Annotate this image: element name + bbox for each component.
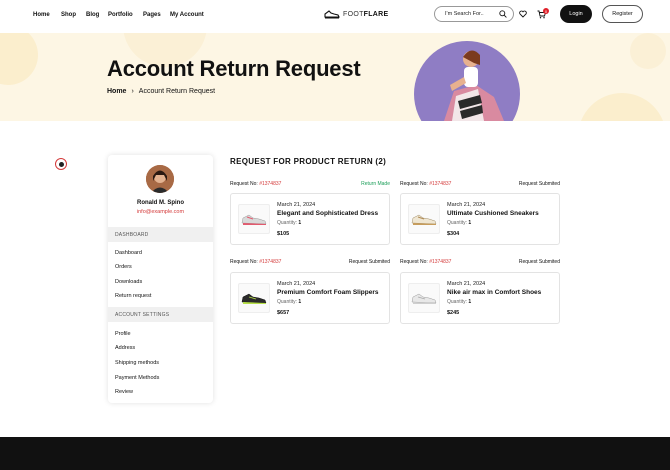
site-footer xyxy=(0,437,670,470)
page-title: Account Return Request xyxy=(107,56,361,81)
sidebar-item-address[interactable]: Address xyxy=(115,345,135,351)
request-number[interactable]: #1374837 xyxy=(259,181,281,187)
product-price: $304 xyxy=(447,231,460,237)
site-logo[interactable]: FOOTFLARE xyxy=(324,10,389,19)
request-number[interactable]: #1374837 xyxy=(429,181,451,187)
shoe-logo-icon xyxy=(324,10,340,19)
nav-portfolio[interactable]: Portfolio xyxy=(108,12,133,18)
status-badge: Request Submited xyxy=(348,259,390,265)
sidebar-item-payment-methods[interactable]: Payment Methods xyxy=(115,375,159,381)
logo-text: FOOTFLARE xyxy=(343,11,389,18)
nav-my-account[interactable]: My Account xyxy=(170,12,204,18)
return-request-card[interactable]: March 21, 2024 Elegant and Sophisticated… xyxy=(230,193,390,245)
product-price: $245 xyxy=(447,310,460,316)
hero-model-image xyxy=(414,41,520,121)
login-button[interactable]: Login xyxy=(560,5,592,23)
nav-pages[interactable]: Pages xyxy=(143,12,161,18)
search-icon[interactable] xyxy=(499,10,507,18)
request-header: Request No: #1374837 Request Submited xyxy=(400,259,560,265)
account-sidebar: Ronald M. Spino info@example.com DASHBOA… xyxy=(108,155,213,403)
sidebar-item-return-request[interactable]: Return request xyxy=(115,293,151,299)
product-name[interactable]: Nike air max in Comfort Shoes xyxy=(447,289,541,296)
product-thumbnail xyxy=(238,204,270,234)
breadcrumb: Home › Account Return Request xyxy=(107,88,215,95)
request-header: Request No: #1374837 Request Submited xyxy=(400,181,560,187)
request-header: Request No: #1374837 Request Submited xyxy=(230,259,390,265)
request-header: Request No: #1374837 Return Made xyxy=(230,181,390,187)
return-request-card[interactable]: March 21, 2024 Ultimate Cushioned Sneake… xyxy=(400,193,560,245)
status-badge: Return Made xyxy=(361,181,390,187)
breadcrumb-current: Account Return Request xyxy=(138,88,216,95)
product-name[interactable]: Elegant and Sophisticated Dress xyxy=(277,210,378,217)
dashboard-section-header: DASHBOARD xyxy=(108,227,213,242)
page-hero-banner: Account Return Request Home › Account Re… xyxy=(0,33,670,121)
product-name[interactable]: Premium Comfort Foam Slippers xyxy=(277,289,379,296)
account-settings-section-header: ACCOUNT SETTINGS xyxy=(108,307,213,322)
product-thumbnail xyxy=(408,204,440,234)
user-email[interactable]: info@example.com xyxy=(108,209,213,215)
user-name: Ronald M. Spino xyxy=(137,200,184,206)
floating-radio-dot[interactable] xyxy=(55,158,67,170)
nav-home[interactable]: Home xyxy=(33,12,50,18)
request-number[interactable]: #1374837 xyxy=(259,259,281,265)
status-badge: Request Submited xyxy=(518,259,560,265)
search-placeholder: I'm Search For.. xyxy=(445,11,484,17)
wishlist-heart-icon[interactable] xyxy=(518,9,528,19)
nav-shop[interactable]: Shop xyxy=(61,12,76,18)
request-date: March 21, 2024 xyxy=(277,202,316,208)
request-number[interactable]: #1374837 xyxy=(429,259,451,265)
sidebar-item-shipping-methods[interactable]: Shipping methods xyxy=(115,360,159,366)
sidebar-item-downloads[interactable]: Downloads xyxy=(115,279,142,285)
product-quantity: Quantity: 1 xyxy=(447,299,472,305)
breadcrumb-separator: › xyxy=(131,88,134,95)
avatar xyxy=(146,165,174,193)
return-request-card[interactable]: March 21, 2024 Premium Comfort Foam Slip… xyxy=(230,272,390,324)
breadcrumb-home-link[interactable]: Home xyxy=(107,88,126,95)
product-price: $657 xyxy=(277,310,290,316)
request-date: March 21, 2024 xyxy=(277,281,316,287)
search-bar[interactable]: I'm Search For.. xyxy=(434,6,514,22)
register-button[interactable]: Register xyxy=(602,5,643,23)
request-date: March 21, 2024 xyxy=(447,202,486,208)
sidebar-item-dashboard[interactable]: Dashboard xyxy=(115,250,142,256)
request-date: March 21, 2024 xyxy=(447,281,486,287)
product-thumbnail xyxy=(408,283,440,313)
nav-blog[interactable]: Blog xyxy=(86,12,99,18)
product-price: $105 xyxy=(277,231,290,237)
sidebar-item-profile[interactable]: Profile xyxy=(115,331,131,337)
status-badge: Request Submited xyxy=(518,181,560,187)
return-request-card[interactable]: March 21, 2024 Nike air max in Comfort S… xyxy=(400,272,560,324)
product-name[interactable]: Ultimate Cushioned Sneakers xyxy=(447,210,539,217)
sidebar-item-review[interactable]: Review xyxy=(115,389,133,395)
product-quantity: Quantity: 1 xyxy=(447,220,472,226)
product-quantity: Quantity: 1 xyxy=(277,299,302,305)
cart-count-badge: 0 xyxy=(543,8,549,14)
sidebar-item-orders[interactable]: Orders xyxy=(115,264,132,270)
product-thumbnail xyxy=(238,283,270,313)
product-quantity: Quantity: 1 xyxy=(277,220,302,226)
return-requests-title: REQUEST FOR PRODUCT RETURN (2) xyxy=(230,157,387,166)
